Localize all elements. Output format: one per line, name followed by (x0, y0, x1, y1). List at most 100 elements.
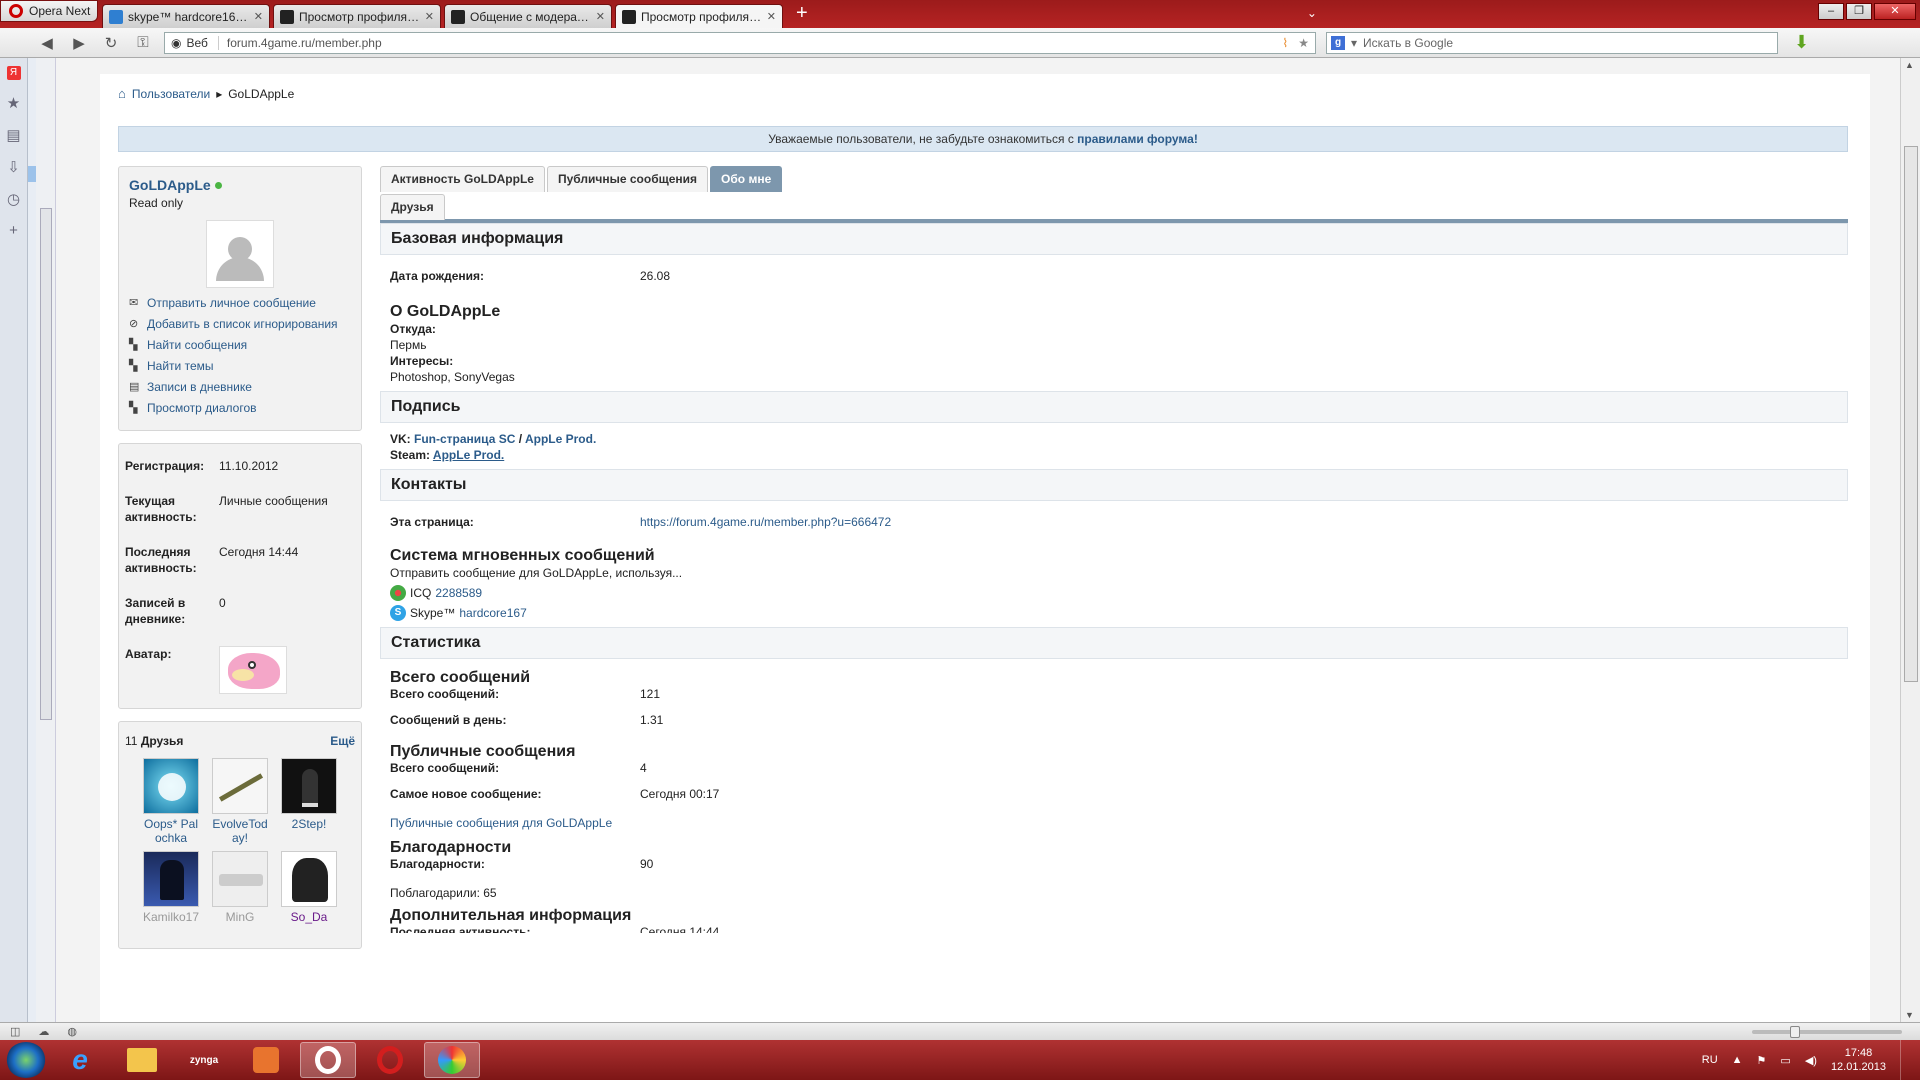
find-threads-link[interactable]: ▚ Найти темы (129, 359, 351, 374)
volume-icon[interactable]: ◀) (1805, 1054, 1817, 1067)
search-engine-chevron-icon[interactable]: ▾ (1351, 36, 1357, 50)
diary-entries-link[interactable]: ▤ Записи в дневнике (129, 380, 351, 395)
friend-item[interactable]: EvolveToday! (211, 758, 269, 845)
panel-scrollbar[interactable] (36, 58, 56, 1022)
close-tab-icon[interactable]: ✕ (596, 10, 605, 23)
scroll-up-icon[interactable]: ▲ (1905, 60, 1914, 70)
search-field[interactable]: g ▾ Искать в Google (1326, 31, 1778, 54)
friends-more-link[interactable]: Ещё (330, 734, 355, 748)
panel-toggle-icon[interactable]: ◫ (10, 1025, 20, 1038)
minimize-icon[interactable]: – (1818, 3, 1844, 20)
downloads-icon[interactable]: ⇩ (7, 158, 20, 176)
explorer-button[interactable] (114, 1042, 170, 1078)
public-messages-link[interactable]: Публичные сообщения для GoLDAppLe (390, 815, 1838, 831)
add-panel-icon[interactable]: + (9, 222, 18, 239)
yandex-icon[interactable]: Я (6, 66, 21, 80)
paint-button[interactable] (424, 1042, 480, 1078)
opera-next-button[interactable] (300, 1042, 356, 1078)
skype-name-link[interactable]: hardcore167 (459, 606, 526, 620)
forward-icon[interactable]: ▶ (68, 32, 90, 54)
new-tab-icon[interactable]: + (786, 2, 818, 28)
tab-list-chevron-icon[interactable]: ⌄ (1307, 6, 1317, 20)
site-info-button[interactable]: ◉ Веб (165, 35, 219, 50)
media-player-button[interactable] (238, 1042, 294, 1078)
maximize-icon[interactable]: ❐ (1846, 3, 1872, 20)
friend-avatar[interactable] (281, 758, 337, 814)
page-scrollbar[interactable]: ▲ ▼ (1900, 58, 1920, 1022)
friend-avatar[interactable] (212, 758, 268, 814)
friend-item[interactable]: MinG (211, 851, 269, 938)
home-icon[interactable]: ⌂ (118, 86, 126, 101)
internet-explorer-button[interactable]: e (52, 1042, 108, 1078)
url-text[interactable]: forum.4game.ru/member.php (219, 36, 1278, 50)
browser-tab[interactable]: Общение с модерато... ✕ (444, 4, 612, 28)
tab-public-messages[interactable]: Публичные сообщения (546, 166, 709, 192)
add-ignore-link[interactable]: ⊘ Добавить в список игнорирования (129, 317, 351, 332)
browser-tab-active[interactable]: Просмотр профиля: ... ✕ (615, 4, 783, 28)
close-window-icon[interactable]: ✕ (1874, 3, 1916, 20)
tab-friends[interactable]: Друзья (380, 194, 445, 220)
find-posts-link[interactable]: ▚ Найти сообщения (129, 338, 351, 353)
google-icon[interactable]: g (1331, 35, 1345, 50)
opera-button[interactable] (362, 1042, 418, 1078)
bookmark-star-icon[interactable]: ★ (1292, 36, 1315, 50)
search-placeholder[interactable]: Искать в Google (1363, 36, 1453, 50)
history-clock-icon[interactable]: ◷ (7, 190, 20, 208)
vk-fun-page-link[interactable]: Fun-страница SC (414, 432, 515, 446)
rules-link[interactable]: правилами форума (1077, 132, 1194, 146)
browser-tab[interactable]: Просмотр профиля: k... ✕ (273, 4, 441, 28)
speed-dial-icon[interactable]: ◍ (67, 1025, 77, 1038)
send-pm-link[interactable]: ✉ Отправить личное сообщение (129, 296, 351, 311)
friend-name[interactable]: Kamilko17 (142, 910, 200, 938)
friend-name[interactable]: 2Step! (280, 817, 338, 845)
address-bar[interactable]: ◉ Веб forum.4game.ru/member.php ⌇ ★ (164, 31, 1316, 54)
friend-item[interactable]: Oops* Palochka (142, 758, 200, 845)
rss-icon[interactable]: ⌇ (1278, 36, 1292, 50)
friend-name[interactable]: So_Da (280, 910, 338, 938)
friend-item[interactable]: 2Step! (280, 758, 338, 845)
friend-item[interactable]: So_Da (280, 851, 338, 938)
panel-scrollbar-thumb[interactable] (40, 208, 52, 720)
zynga-button[interactable]: zynga (176, 1042, 232, 1078)
profile-url-link[interactable]: https://forum.4game.ru/member.php?u=6664… (640, 515, 891, 529)
tab-activity[interactable]: Активность GoLDAppLe (380, 166, 545, 192)
breadcrumb-users-link[interactable]: Пользователи (132, 87, 210, 101)
show-desktop-button[interactable] (1900, 1040, 1912, 1080)
close-tab-icon[interactable]: ✕ (254, 10, 263, 23)
notes-icon[interactable]: ▤ (6, 126, 20, 144)
opera-menu-button[interactable]: Opera Next (0, 0, 98, 22)
network-icon[interactable]: ▭ (1780, 1054, 1790, 1067)
key-icon[interactable]: ⚿ (132, 32, 154, 54)
close-tab-icon[interactable]: ✕ (767, 10, 776, 23)
tab-about-me[interactable]: Обо мне (710, 166, 783, 192)
action-center-flag-icon[interactable]: ⚑ (1757, 1054, 1767, 1067)
friend-name[interactable]: Oops* Palochka (142, 817, 200, 845)
scroll-down-icon[interactable]: ▼ (1905, 1010, 1914, 1020)
icq-number-link[interactable]: 2288589 (435, 586, 482, 600)
zoom-slider[interactable] (1752, 1025, 1902, 1038)
clock[interactable]: 17:48 12.01.2013 (1831, 1046, 1886, 1074)
zoom-slider-handle[interactable] (1790, 1025, 1800, 1038)
start-button[interactable] (6, 1042, 46, 1078)
bookmarks-star-icon[interactable]: ★ (7, 94, 20, 112)
friend-avatar[interactable] (281, 851, 337, 907)
friend-avatar[interactable] (143, 758, 199, 814)
tray-expand-icon[interactable]: ▲ (1732, 1054, 1743, 1066)
view-dialogs-link[interactable]: ▚ Просмотр диалогов (129, 401, 351, 416)
steam-link[interactable]: AppLe Prod. (433, 448, 504, 462)
download-icon[interactable]: ⬇ (1794, 32, 1809, 53)
reload-icon[interactable]: ↻ (100, 32, 122, 54)
vk-apple-prod-link[interactable]: AppLe Prod. (525, 432, 596, 446)
back-icon[interactable]: ◀ (36, 32, 58, 54)
turbo-icon[interactable]: ☁ (38, 1025, 49, 1038)
page-scrollbar-thumb[interactable] (1904, 146, 1918, 682)
browser-tab[interactable]: skype™ hardcore167 - ... ✕ (102, 4, 270, 28)
friend-item[interactable]: Kamilko17 (142, 851, 200, 938)
friend-name[interactable]: MinG (211, 910, 269, 938)
language-indicator[interactable]: RU (1702, 1054, 1718, 1066)
panel-toggle-strip[interactable] (28, 58, 36, 1022)
friend-avatar[interactable] (143, 851, 199, 907)
username-link[interactable]: GoLDAppLe (129, 177, 211, 193)
friend-avatar[interactable] (212, 851, 268, 907)
close-tab-icon[interactable]: ✕ (425, 10, 434, 23)
